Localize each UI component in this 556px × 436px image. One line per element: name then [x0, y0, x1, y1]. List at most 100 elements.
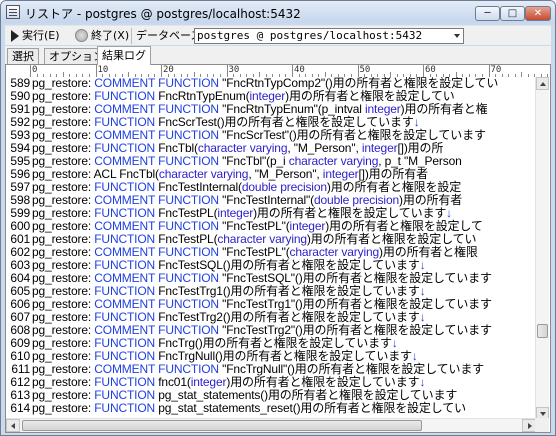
log-token: pg_restore:	[32, 284, 95, 298]
log-token: )用の所有者と権限を設定して	[325, 219, 483, 233]
ruler-tick	[292, 65, 293, 77]
log-token: pg_restore:	[32, 219, 95, 233]
log-token: FUNCTION	[94, 141, 159, 155]
log-token: integer	[289, 219, 326, 233]
log-token: FUNCTION	[94, 258, 159, 272]
toolbar: 実行(E) 終了(X) データベース postgres @ postgres/l…	[5, 25, 551, 45]
log-token: integer	[322, 167, 359, 181]
log-token: FUNCTION	[94, 310, 159, 324]
log-token: character varying	[197, 141, 288, 155]
line-end-marker: ↓	[446, 206, 453, 220]
log-token: integer	[364, 102, 401, 116]
log-token: pg_restore:	[32, 375, 95, 389]
log-token: FncTestTrg2()用の所有者と権限を設定しています	[158, 310, 420, 324]
log-token: )用の所有者と権限を設定	[326, 180, 462, 194]
stop-icon[interactable]	[75, 29, 88, 42]
log-token: COMMENT FUNCTION	[94, 297, 223, 311]
tab-select[interactable]: 選択	[7, 48, 39, 65]
log-token: FUNCTION	[94, 180, 159, 194]
log-token: pg_restore:	[32, 167, 94, 181]
scroll-left-icon[interactable]	[6, 419, 20, 432]
log-token: FncScrTest()用の所有者と権限を設定しています	[158, 115, 414, 129]
log-line-text: pg_restore: FUNCTION pg_stat_statements_…	[32, 402, 466, 415]
log-token: FncTbl(	[158, 141, 198, 155]
log-token: pg_restore:	[32, 193, 95, 207]
column-ruler: 0 10 20 30 40 50 60 70	[6, 65, 550, 77]
horizontal-scrollbar[interactable]	[6, 418, 536, 432]
log-token: )用の所有者と権限を設定しています	[226, 375, 420, 389]
vertical-scroll-thumb[interactable]	[537, 324, 548, 338]
log-token: FUNCTION	[94, 284, 159, 298]
vertical-scrollbar[interactable]	[535, 77, 549, 420]
title-bar[interactable]: リストア - postgres @ postgres/localhost:543…	[1, 1, 555, 23]
log-token: "FncTestTrg1"()用の所有者と権限を設定しています	[222, 297, 492, 311]
log-token: integer	[249, 89, 286, 103]
ruler-tick	[161, 65, 162, 77]
log-token: COMMENT FUNCTION	[94, 154, 223, 168]
log-token: double precision	[314, 193, 399, 207]
play-icon[interactable]	[11, 30, 19, 42]
log-token: , "M_Person",	[248, 167, 323, 181]
app-icon	[6, 5, 20, 19]
log-token: "FncTestTrg2"()用の所有者と権限を設定しています	[222, 323, 492, 337]
scroll-right-icon[interactable]	[522, 419, 536, 432]
log-token: FUNCTION	[94, 401, 159, 415]
ruler-tick	[226, 65, 228, 77]
database-select-value: postgres @ postgres/localhost:5432	[197, 29, 423, 42]
log-token: )用の所有者と権限	[379, 245, 478, 259]
log-token: "FncTestSQL"()用の所有者と権限を設定しています	[222, 271, 492, 285]
log-token: pg_restore:	[32, 297, 95, 311]
result-log-panel: 0 10 20 30 40 50 60 70 589 pg_restore: COMMENT F…	[5, 64, 551, 433]
log-token: "FncTestPL"(	[222, 219, 290, 233]
log-token: pg_restore:	[32, 336, 95, 350]
log-token: pg_restore:	[32, 310, 95, 324]
log-token: character varying	[289, 245, 380, 259]
tab-result-log[interactable]: 結果ログ	[97, 46, 151, 65]
log-token: "FncTestPL"(	[222, 245, 290, 259]
log-token: "FncScrTest"()用の所有者と権限を設定しています	[222, 128, 486, 142]
log-token: , p_t "M_Person	[378, 154, 462, 168]
log-token: pg_restore:	[32, 206, 95, 220]
line-end-marker: ↓	[413, 115, 420, 129]
log-token: pg_restore:	[32, 102, 95, 116]
log-token: COMMENT FUNCTION	[94, 323, 223, 337]
log-token: COMMENT FUNCTION	[94, 102, 223, 116]
database-select[interactable]: postgres @ postgres/localhost:5432	[194, 28, 464, 44]
log-token: character varying	[217, 232, 307, 246]
chevron-down-icon[interactable]	[454, 34, 460, 38]
scroll-up-icon[interactable]	[536, 77, 549, 90]
log-token: pg_restore:	[32, 349, 95, 363]
restore-window: リストア - postgres @ postgres/localhost:543…	[0, 0, 556, 436]
exit-button[interactable]: 終了(X)	[91, 28, 129, 44]
toolbar-separator	[131, 28, 132, 44]
line-end-marker: ↓	[411, 349, 418, 363]
log-token: )用の所有者	[399, 193, 463, 207]
window-title: リストア - postgres @ postgres/localhost:543…	[25, 7, 301, 21]
log-token: integer	[190, 375, 227, 389]
log-token: character varying	[158, 167, 249, 181]
tab-bar: 選択 オプション 結果ログ	[5, 46, 551, 65]
line-end-marker: ↓	[419, 284, 426, 298]
close-button[interactable]: ✕	[525, 6, 551, 21]
log-text-area[interactable]: 589 pg_restore: COMMENT FUNCTION "FncRtnT…	[6, 77, 535, 420]
line-end-marker: ↓	[419, 375, 426, 389]
line-number: 614	[10, 401, 30, 415]
log-token: FncTestPL(	[158, 232, 218, 246]
maximize-button[interactable]: □	[500, 6, 525, 21]
log-token: "FncRtnTypEnum"(p_intval	[222, 102, 365, 116]
run-button[interactable]: 実行(E)	[22, 28, 60, 44]
log-token: FUNCTION	[94, 89, 159, 103]
log-token: [])用の所有者	[358, 167, 428, 181]
log-token: integer	[217, 206, 254, 220]
log-token: )用の所有者と権限を設定しています	[253, 206, 447, 220]
log-token: FncRtnTypEnum(	[158, 89, 250, 103]
log-token: pg_restore:	[32, 154, 95, 168]
scrollbar-corner	[535, 418, 549, 432]
log-token: character varying	[288, 154, 379, 168]
horizontal-scroll-thumb[interactable]	[22, 420, 422, 431]
log-token: FUNCTION	[94, 388, 159, 402]
minimize-button[interactable]: ─	[475, 6, 500, 21]
log-token: FncTestSQL()用の所有者と権限を設定しています	[158, 258, 420, 272]
log-token: COMMENT FUNCTION	[94, 245, 223, 259]
log-token: pg_stat_statements()用の所有者と権限を設定しています	[158, 388, 458, 402]
